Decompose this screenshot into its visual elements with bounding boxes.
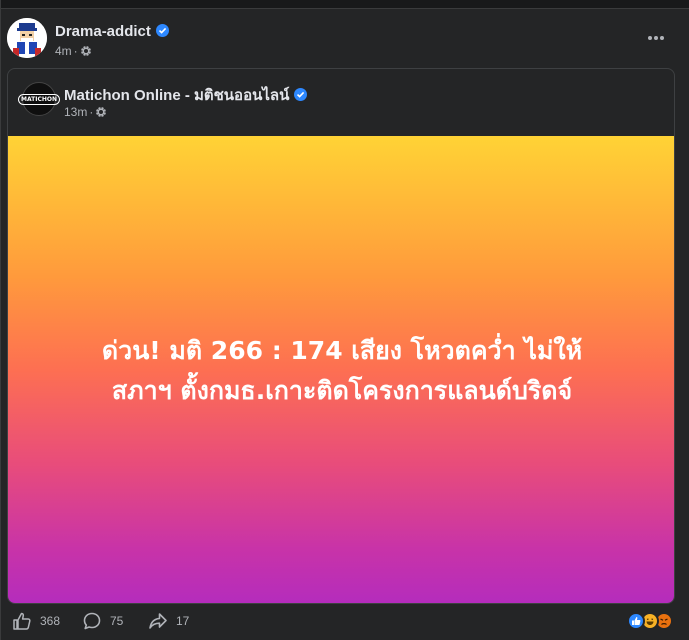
- more-options-icon[interactable]: [641, 30, 671, 46]
- post-header: Drama-addict 4m ·: [0, 10, 689, 68]
- share-button[interactable]: 17: [148, 611, 189, 631]
- shared-post-header: MATICHON Matichon Online - มติชนออนไลน์ …: [8, 69, 674, 137]
- author-name[interactable]: Drama-addict: [55, 23, 169, 40]
- banner-text-line-1: ด่วน! มติ 266 : 174 เสียง โหวตคว่ำ ไม่ให…: [101, 335, 583, 365]
- like-count: 368: [40, 614, 61, 628]
- post-footer: 368 75 17: [0, 606, 689, 640]
- post-meta: 4m ·: [55, 44, 92, 60]
- post-banner[interactable]: ด่วน! มติ 266 : 174 เสียง โหวตคว่ำ ไม่ให…: [8, 136, 674, 603]
- page-avatar[interactable]: MATICHON: [17, 82, 61, 116]
- globe-icon: [95, 106, 107, 121]
- share-count: 17: [176, 614, 190, 628]
- like-reaction-icon: [627, 612, 645, 630]
- left-edge: [0, 0, 1, 640]
- shared-post-time[interactable]: 13m: [64, 105, 87, 119]
- meta-separator: ·: [89, 105, 94, 119]
- reaction-summary[interactable]: [627, 612, 673, 630]
- author-name-text[interactable]: Drama-addict: [55, 23, 151, 40]
- comment-icon: [82, 611, 102, 631]
- post-time[interactable]: 4m: [55, 44, 72, 58]
- meta-separator: ·: [73, 44, 78, 58]
- comment-count: 75: [110, 614, 124, 628]
- shared-post-meta: 13m ·: [64, 105, 107, 121]
- page-name[interactable]: Matichon Online - มติชนออนไลน์: [64, 83, 308, 107]
- page-name-text[interactable]: Matichon Online - มติชนออนไลน์: [64, 87, 289, 104]
- page-avatar-logo: MATICHON: [17, 93, 61, 105]
- verified-badge-icon: [155, 24, 169, 37]
- like-icon: [12, 611, 32, 631]
- top-edge: [0, 0, 689, 9]
- like-button[interactable]: 368: [12, 611, 60, 631]
- shared-post-card[interactable]: MATICHON Matichon Online - มติชนออนไลน์ …: [7, 68, 675, 604]
- banner-text-line-2: สภาฯ ตั้งกมธ.เกาะติดโครงการแลนด์บริดจ์: [111, 375, 573, 405]
- share-icon: [148, 611, 168, 631]
- comment-button[interactable]: 75: [82, 611, 123, 631]
- author-avatar[interactable]: [7, 18, 47, 58]
- globe-icon: [80, 45, 92, 60]
- verified-badge-icon: [294, 88, 308, 101]
